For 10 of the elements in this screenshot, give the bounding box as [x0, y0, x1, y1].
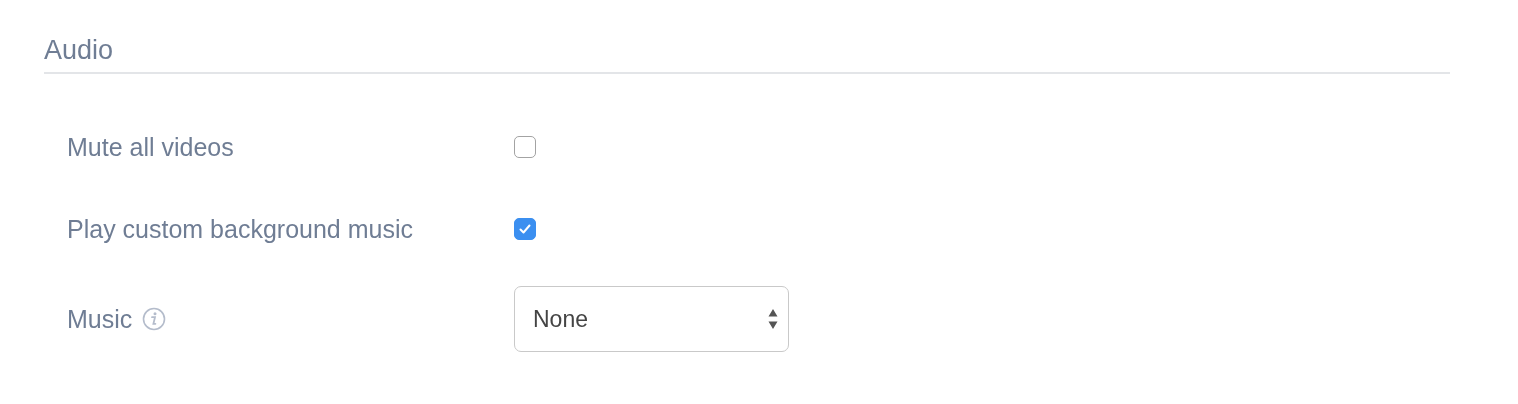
setting-label: Play custom background music	[67, 214, 413, 244]
info-icon[interactable]	[142, 307, 167, 331]
up-down-arrows-icon	[768, 308, 778, 330]
checkbox[interactable]	[514, 136, 536, 158]
setting-label: Music	[67, 304, 133, 334]
setting-label: Mute all videos	[67, 132, 234, 162]
checkbox[interactable]	[514, 218, 536, 240]
section-title: Audio	[44, 34, 114, 66]
music-dropdown[interactable]: None	[514, 286, 789, 352]
check-icon	[517, 221, 533, 237]
